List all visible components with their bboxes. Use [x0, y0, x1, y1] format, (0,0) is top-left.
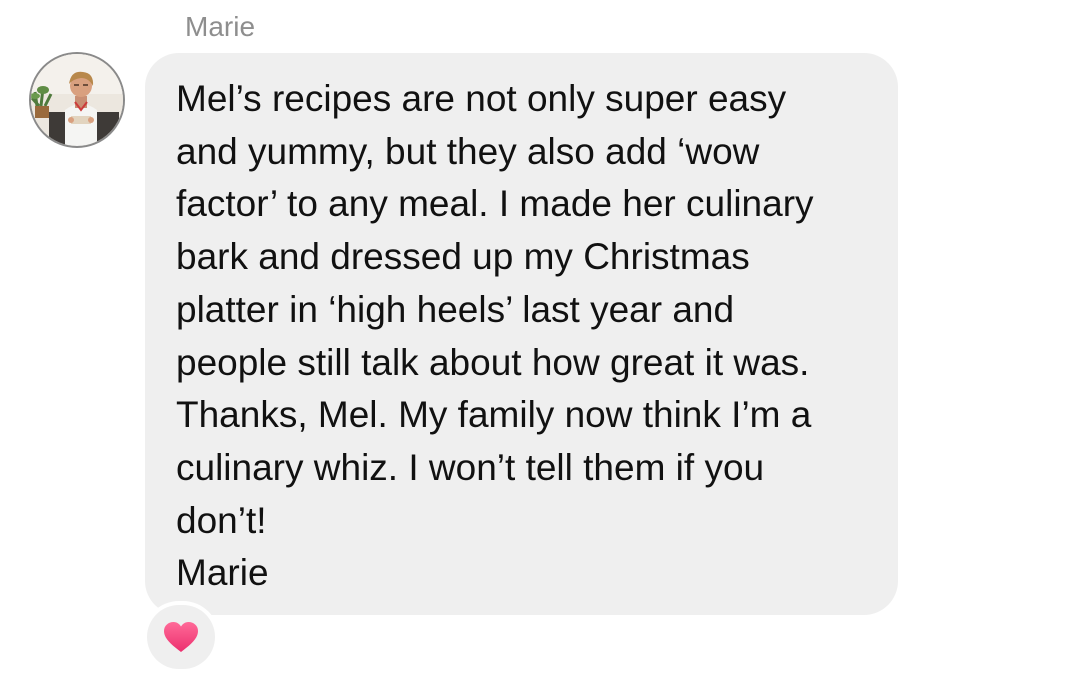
- message-text-line: bark and dressed up my Christmas: [176, 236, 750, 278]
- message-text-line: platter in ‘high heels’ last year and: [176, 288, 735, 330]
- avatar[interactable]: [29, 52, 125, 148]
- message-text-line: don’t!: [176, 499, 267, 541]
- message-text-line: and yummy, but they also add ‘wow: [176, 130, 760, 172]
- message-signature: Marie: [176, 552, 269, 594]
- message-text-line: people still talk about how great it was…: [176, 341, 810, 383]
- profile-photo-icon: [31, 54, 123, 146]
- message-thread: Marie Mel’s recipes are not only super e…: [0, 0, 1080, 688]
- heart-icon: [164, 622, 198, 652]
- message-text-line: culinary whiz. I won’t tell them if you: [176, 446, 765, 488]
- message-text-line: Mel’s recipes are not only super easy: [176, 78, 787, 119]
- message-text-line: Thanks, Mel. My family now think I’m a: [176, 394, 812, 436]
- sender-name: Marie: [185, 11, 256, 42]
- message-text-line: factor’ to any meal. I made her culinary: [176, 183, 814, 225]
- reaction-badge[interactable]: [147, 605, 215, 669]
- message-bubble[interactable]: Mel’s recipes are not only super easy an…: [145, 53, 898, 615]
